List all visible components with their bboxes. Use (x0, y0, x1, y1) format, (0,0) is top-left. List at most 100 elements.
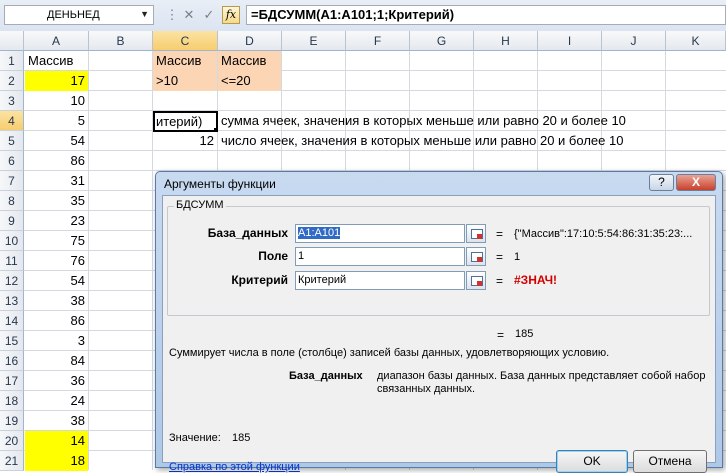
row-header[interactable]: 8 (0, 191, 24, 211)
row-header[interactable]: 15 (0, 331, 24, 351)
cell-a15[interactable]: 3 (25, 331, 88, 351)
cell-a4[interactable]: 5 (25, 111, 88, 131)
cell-a12[interactable]: 54 (25, 271, 88, 291)
active-cell-text: итерий) (156, 114, 203, 129)
cell-a20[interactable]: 14 (25, 431, 88, 451)
row-header[interactable]: 6 (0, 151, 24, 171)
row-header[interactable]: 4 (0, 111, 24, 131)
row-header[interactable]: 12 (0, 271, 24, 291)
dialog-body: БДСУММ База_данных A1:A101 = {"Массив":1… (162, 195, 716, 473)
cell-a11[interactable]: 76 (25, 251, 88, 271)
column-header-b[interactable]: B (89, 31, 153, 51)
function-description: Суммирует числа в поле (столбце) записей… (169, 347, 610, 359)
column-headers: A B C D E F G H I J K (0, 31, 726, 51)
value-result: 185 (232, 432, 251, 444)
cell-a10[interactable]: 75 (25, 231, 88, 251)
row-header[interactable]: 18 (0, 391, 24, 411)
arg-result-field: 1 (514, 251, 521, 263)
grid-line (24, 90, 726, 91)
column-header-f[interactable]: F (346, 31, 410, 51)
row-header[interactable]: 11 (0, 251, 24, 271)
insert-function-icon[interactable]: fx (222, 6, 240, 24)
active-cell-c4[interactable]: итерий) (153, 111, 218, 132)
equals-sign: = (497, 328, 505, 342)
column-header-h[interactable]: H (474, 31, 538, 51)
database-input[interactable]: A1:A101 (295, 224, 465, 243)
dialog-title: Аргументы функции (164, 177, 276, 191)
row-header[interactable]: 13 (0, 291, 24, 311)
help-icon[interactable]: ? (649, 174, 674, 191)
cell-a5[interactable]: 54 (25, 131, 88, 151)
cell-c2[interactable]: >10 (153, 71, 217, 91)
row-header[interactable]: 9 (0, 211, 24, 231)
column-header-e[interactable]: E (282, 31, 346, 51)
cell-c5[interactable]: 12 (153, 131, 217, 151)
cell-d4[interactable]: сумма ячеек, значения в которых меньше и… (218, 111, 678, 131)
cell-a6[interactable]: 86 (25, 151, 88, 171)
cell-d5[interactable]: число ячеек, значения в которых меньше и… (218, 131, 678, 151)
name-box-dropdown-icon[interactable]: ▼ (140, 9, 149, 19)
close-icon[interactable]: X (676, 174, 716, 191)
row-header[interactable]: 19 (0, 411, 24, 431)
cell-a1[interactable]: Массив (25, 51, 88, 71)
row-header[interactable]: 7 (0, 171, 24, 191)
cell-a13[interactable]: 38 (25, 291, 88, 311)
column-header-k[interactable]: K (666, 31, 726, 51)
column-header-g[interactable]: G (410, 31, 474, 51)
cell-c1[interactable]: Массив (153, 51, 217, 71)
formula-result: 185 (515, 328, 534, 340)
cell-a8[interactable]: 35 (25, 191, 88, 211)
arg-label-criteria: Критерий (231, 273, 288, 287)
equals-sign: = (496, 227, 504, 241)
row-header[interactable]: 20 (0, 431, 24, 451)
cell-a21[interactable]: 18 (25, 451, 88, 471)
row-header[interactable]: 3 (0, 91, 24, 111)
cell-a7[interactable]: 31 (25, 171, 88, 191)
value-label: Значение: (169, 432, 221, 444)
collapse-dialog-icon[interactable] (466, 271, 486, 290)
column-header-d[interactable]: D (218, 31, 282, 51)
row-header[interactable]: 2 (0, 71, 24, 91)
grid-line (88, 51, 89, 470)
enter-icon[interactable]: ✓ (201, 7, 217, 23)
formula-input[interactable]: =БДСУММ(A1:A101;1;Критерий) (246, 5, 726, 25)
cell-a9[interactable]: 23 (25, 211, 88, 231)
cell-a18[interactable]: 24 (25, 391, 88, 411)
collapse-dialog-icon[interactable] (466, 224, 486, 243)
row-header[interactable]: 17 (0, 371, 24, 391)
column-header-a[interactable]: A (24, 31, 89, 51)
column-header-i[interactable]: I (538, 31, 602, 51)
cell-a3[interactable]: 10 (25, 91, 88, 111)
collapse-dialog-icon[interactable] (466, 247, 486, 266)
row-header[interactable]: 1 (0, 51, 24, 71)
database-input-value: A1:A101 (298, 227, 341, 239)
cell-a17[interactable]: 36 (25, 371, 88, 391)
arg-label-database: База_данных (207, 226, 288, 240)
cell-a19[interactable]: 38 (25, 411, 88, 431)
equals-sign: = (496, 250, 504, 264)
column-header-j[interactable]: J (602, 31, 666, 51)
name-box-value: ДЕНЬНЕД (47, 9, 100, 21)
name-box[interactable]: ДЕНЬНЕД ▼ (4, 5, 154, 25)
cell-d2[interactable]: <=20 (218, 71, 281, 91)
equals-sign: = (496, 274, 504, 288)
criteria-input[interactable]: Критерий (295, 271, 465, 290)
cell-a16[interactable]: 84 (25, 351, 88, 371)
current-arg-name: База_данных (289, 370, 363, 382)
row-header[interactable]: 5 (0, 131, 24, 151)
function-name: БДСУММ (174, 199, 226, 211)
arg-result-database: {"Массив":17:10:5:54:86:31:35:23:... (514, 228, 693, 240)
help-link[interactable]: Справка по этой функции (169, 461, 300, 473)
cancel-icon[interactable]: ✕ (181, 7, 197, 23)
row-header[interactable]: 21 (0, 451, 24, 471)
row-header[interactable]: 10 (0, 231, 24, 251)
column-header-c[interactable]: C (153, 31, 218, 51)
cell-d1[interactable]: Массив (218, 51, 281, 71)
cell-a2[interactable]: 17 (25, 71, 88, 91)
row-header[interactable]: 16 (0, 351, 24, 371)
cell-a14[interactable]: 86 (25, 311, 88, 331)
select-all-corner[interactable] (0, 31, 24, 51)
row-header[interactable]: 14 (0, 311, 24, 331)
arguments-group: БДСУММ База_данных A1:A101 = {"Массив":1… (167, 199, 710, 316)
field-input[interactable]: 1 (295, 247, 465, 266)
